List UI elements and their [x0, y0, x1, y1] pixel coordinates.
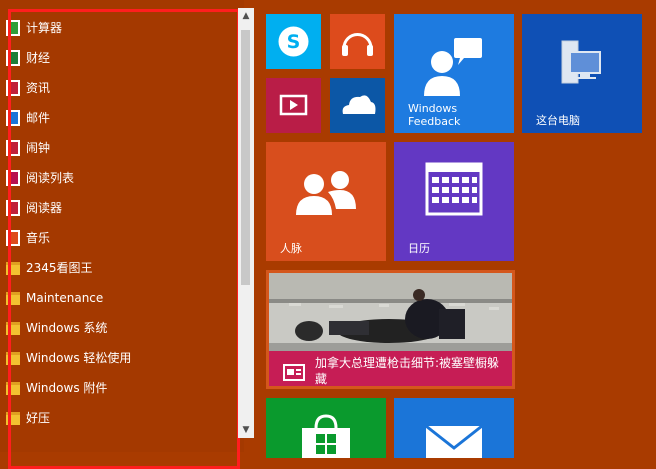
news-icon	[283, 364, 305, 381]
reading-list-icon	[6, 170, 20, 186]
app-list-item-label: 邮件	[26, 111, 51, 125]
app-list-item[interactable]: 财经	[0, 43, 236, 73]
news-photo	[269, 273, 512, 351]
app-list-item-label: 音乐	[26, 231, 51, 245]
app-list-item-label: 好压	[26, 411, 51, 425]
calendar-icon	[425, 162, 483, 216]
app-list-item[interactable]: Maintenance	[0, 283, 236, 313]
tile-calendar[interactable]: 日历	[394, 142, 514, 261]
scroll-down-icon[interactable]: ▼	[238, 422, 254, 438]
scroll-up-icon[interactable]: ▲	[238, 8, 254, 24]
tile-store[interactable]	[266, 398, 386, 458]
app-list-item[interactable]: 邮件	[0, 103, 236, 133]
news-icon	[6, 80, 20, 96]
tile-music[interactable]	[330, 14, 385, 69]
app-list-item-label: 闹钟	[26, 141, 51, 155]
tile-label: 这台电脑	[536, 114, 580, 127]
store-icon	[302, 414, 350, 458]
app-list-item[interactable]: Windows 系统	[0, 313, 236, 343]
tile-label: 人脉	[280, 242, 302, 255]
app-list-item[interactable]: Windows 轻松使用	[0, 343, 236, 373]
app-list-item[interactable]: 2345看图王	[0, 253, 236, 283]
finance-icon	[6, 50, 20, 66]
people-icon	[296, 171, 356, 215]
tile-video[interactable]	[266, 78, 321, 133]
app-list-item-label: 阅读列表	[26, 171, 75, 185]
app-list-item[interactable]: 音乐	[0, 223, 236, 253]
tile-label: 日历	[408, 242, 430, 255]
tile-skype[interactable]: S	[266, 14, 321, 69]
cloud-icon	[342, 95, 376, 114]
app-list-item[interactable]: 计算器	[0, 13, 236, 43]
alarm-icon	[6, 140, 20, 156]
app-list-item-label: Windows 轻松使用	[26, 351, 132, 365]
app-list-item-label: 资讯	[26, 81, 51, 95]
calculator-icon	[6, 20, 20, 36]
tile-this-pc[interactable]: 这台电脑	[522, 14, 642, 133]
reader-icon	[6, 200, 20, 216]
tile-windows-feedback[interactable]: Windows Feedback	[394, 14, 514, 133]
app-list-item[interactable]: 闹钟	[0, 133, 236, 163]
app-list-item-label: 财经	[26, 51, 51, 65]
app-list-item-label: 阅读器	[26, 201, 63, 215]
app-list: 计算器财经资讯邮件闹钟阅读列表阅读器音乐 2345看图王 Maintenance Wi…	[0, 0, 254, 469]
tile-mail[interactable]	[394, 398, 514, 458]
scroll-thumb[interactable]	[241, 30, 250, 285]
tile-people[interactable]: 人脉	[266, 142, 386, 261]
app-list-item[interactable]: Windows 附件	[0, 373, 236, 403]
app-list-item-label: 2345看图王	[26, 261, 93, 275]
app-list-item[interactable]: 资讯	[0, 73, 236, 103]
app-list-item-label: Maintenance	[26, 291, 104, 305]
video-icon	[279, 94, 308, 116]
envelope-icon	[425, 424, 483, 458]
app-list-item[interactable]: 阅读器	[0, 193, 236, 223]
folder-icon	[6, 292, 20, 305]
headphones-icon	[342, 33, 373, 56]
mail-icon	[6, 110, 20, 126]
app-list-item-label: Windows 附件	[26, 381, 108, 395]
skype-icon: S	[278, 26, 309, 57]
app-list-item[interactable]: 阅读列表	[0, 163, 236, 193]
app-list-item[interactable]: 好压	[0, 403, 236, 433]
tile-news[interactable]: 加拿大总理遭枪击细节:被塞壁橱躲藏	[266, 270, 515, 389]
folder-icon	[6, 352, 20, 365]
folder-icon	[6, 262, 20, 275]
tile-onedrive[interactable]	[330, 78, 385, 133]
app-list-item-label: 计算器	[26, 21, 63, 35]
news-headline: 加拿大总理遭枪击细节:被塞壁橱躲藏	[315, 356, 500, 386]
music-icon	[6, 230, 20, 246]
folder-icon	[6, 382, 20, 395]
svg-text:S: S	[287, 31, 301, 53]
app-list-item-label: Windows 系统	[26, 321, 108, 335]
computer-icon	[561, 40, 601, 84]
folder-icon	[6, 322, 20, 335]
tile-label: Windows Feedback	[408, 102, 461, 128]
feedback-people-icon	[424, 38, 482, 96]
app-list-scrollbar[interactable]: ▲ ▼	[238, 8, 254, 438]
folder-icon	[6, 412, 20, 425]
